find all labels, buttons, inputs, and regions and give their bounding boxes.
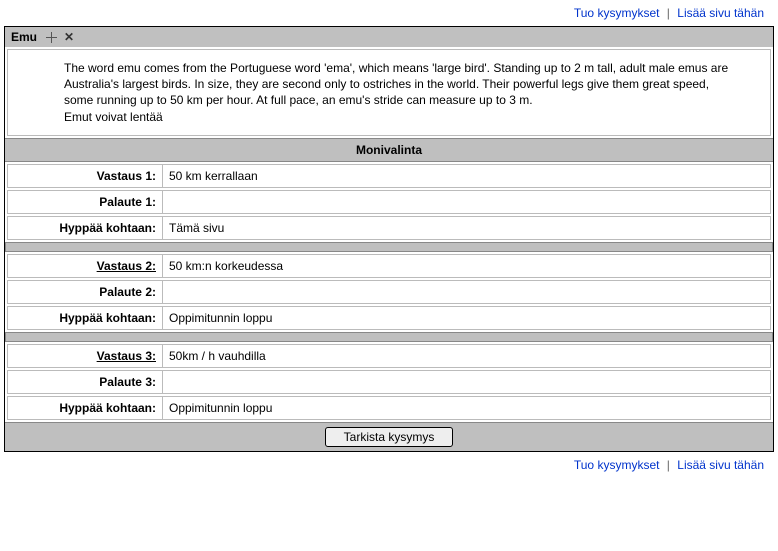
content-paragraph-1: The word emu comes from the Portuguese w… (64, 60, 730, 109)
add-page-link-bottom[interactable]: Lisää sivu tähän (677, 458, 764, 472)
feedback-row: Palaute 2: (7, 280, 771, 304)
feedback-value[interactable] (163, 281, 770, 303)
answer-label: Vastaus 1: (8, 165, 163, 187)
panel-titlebar: Emu ✕ (5, 27, 773, 47)
jump-value[interactable]: Tämä sivu (163, 217, 770, 239)
bottom-action-links: Tuo kysymykset | Lisää sivu tähän (4, 452, 774, 474)
button-bar: Tarkista kysymys (5, 422, 773, 451)
feedback-value[interactable] (163, 371, 770, 393)
section-heading: Monivalinta (5, 138, 773, 162)
add-page-link[interactable]: Lisää sivu tähän (677, 6, 764, 20)
jump-label: Hyppää kohtaan: (8, 397, 163, 419)
jump-label: Hyppää kohtaan: (8, 217, 163, 239)
feedback-value[interactable] (163, 191, 770, 213)
answer-row: Vastaus 2: 50 km:n korkeudessa (7, 254, 771, 278)
link-separator: | (663, 458, 674, 472)
answer-label: Vastaus 3: (8, 345, 163, 367)
panel-title: Emu (11, 30, 37, 44)
jump-row: Hyppää kohtaan: Tämä sivu (7, 216, 771, 240)
jump-value[interactable]: Oppimitunnin loppu (163, 397, 770, 419)
group-divider (5, 242, 773, 252)
jump-value[interactable]: Oppimitunnin loppu (163, 307, 770, 329)
answer-value[interactable]: 50 km kerrallaan (163, 165, 770, 187)
feedback-label: Palaute 2: (8, 281, 163, 303)
content-paragraph-2: Emut voivat lentää (64, 109, 730, 125)
answer-row: Vastaus 3: 50km / h vauhdilla (7, 344, 771, 368)
feedback-label: Palaute 1: (8, 191, 163, 213)
group-divider (5, 332, 773, 342)
feedback-row: Palaute 1: (7, 190, 771, 214)
jump-label: Hyppää kohtaan: (8, 307, 163, 329)
import-questions-link[interactable]: Tuo kysymykset (574, 6, 660, 20)
check-question-button[interactable]: Tarkista kysymys (325, 427, 454, 447)
answer-row: Vastaus 1: 50 km kerrallaan (7, 164, 771, 188)
question-panel: Emu ✕ The word emu comes from the Portug… (4, 26, 774, 452)
content-wrapper: The word emu comes from the Portuguese w… (7, 49, 771, 136)
titlebar-icons: ✕ (45, 30, 74, 44)
link-separator: | (663, 6, 674, 20)
answer-value[interactable]: 50km / h vauhdilla (163, 345, 770, 367)
jump-row: Hyppää kohtaan: Oppimitunnin loppu (7, 306, 771, 330)
import-questions-link-bottom[interactable]: Tuo kysymykset (574, 458, 660, 472)
answer-label: Vastaus 2: (8, 255, 163, 277)
close-icon[interactable]: ✕ (64, 30, 74, 44)
move-icon[interactable] (45, 31, 58, 44)
answer-value[interactable]: 50 km:n korkeudessa (163, 255, 770, 277)
jump-row: Hyppää kohtaan: Oppimitunnin loppu (7, 396, 771, 420)
feedback-row: Palaute 3: (7, 370, 771, 394)
top-action-links: Tuo kysymykset | Lisää sivu tähän (4, 4, 774, 26)
feedback-label: Palaute 3: (8, 371, 163, 393)
question-content: The word emu comes from the Portuguese w… (8, 50, 770, 135)
